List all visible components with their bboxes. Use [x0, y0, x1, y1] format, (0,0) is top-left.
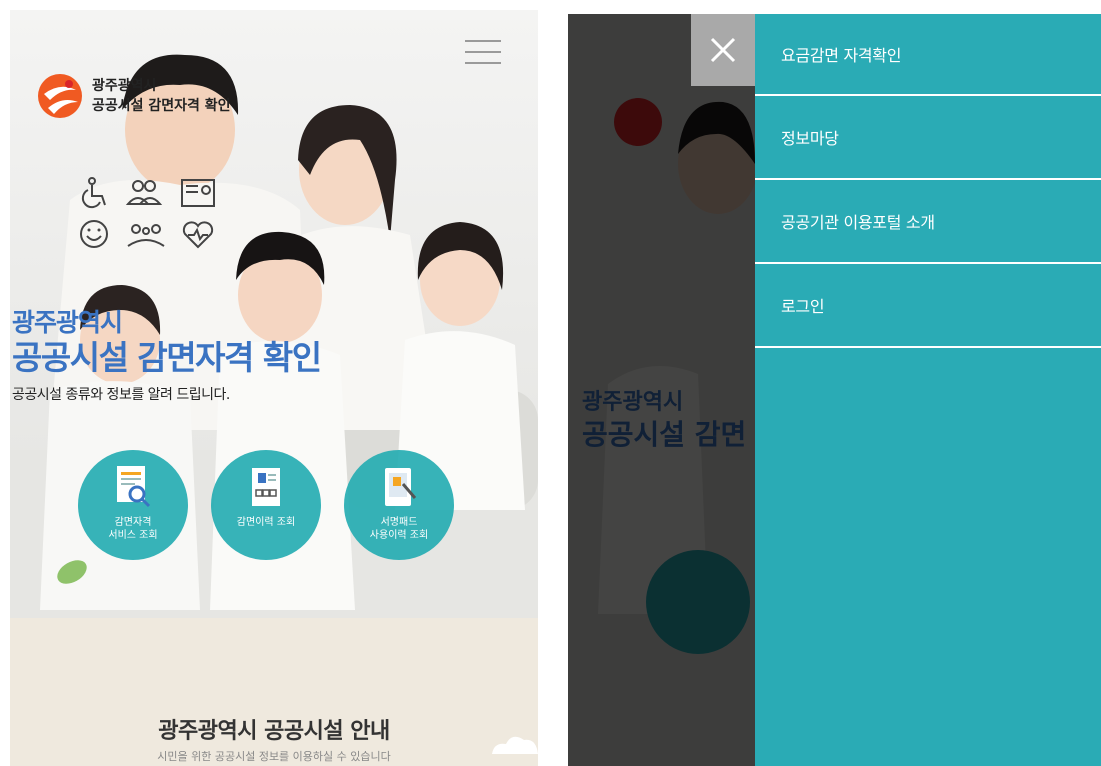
wheelchair-icon [81, 177, 106, 209]
people-group-icon [125, 180, 163, 205]
site-logo[interactable]: 광주광역시 공공시설 감면자격 확인 [36, 72, 231, 120]
headline-line-1: 광주광역시 [12, 308, 123, 337]
signature-pad-history-button[interactable]: 서명패드 사용이력 조회 [344, 450, 454, 560]
close-menu-button[interactable] [691, 14, 755, 86]
dim-overlay[interactable] [568, 14, 755, 766]
logo-text: 광주광역시 공공시설 감면자격 확인 [92, 76, 231, 116]
navigation-drawer: 요금감면 자격확인 정보마당 공공기관 이용포털 소개 로그인 [755, 14, 1101, 766]
facility-info-section: 광주광역시 공공시설 안내 시민을 위한 공공시설 정보를 이용하실 수 있습니… [10, 618, 538, 766]
facility-info-title: 광주광역시 공공시설 안내 [158, 719, 390, 744]
reduction-history-button[interactable]: 감면이력 조회 [211, 450, 321, 560]
family-icon [127, 224, 165, 247]
logo-line-2: 공공시설 감면자격 확인 [92, 98, 231, 114]
signature-pad-label-1: 서명패드 [380, 517, 418, 528]
hero-banner: 광주광역시 공공시설 감면자격 확인 광주광역시 공공시설 감면자격 확인 공공… [10, 10, 538, 618]
headline-subtitle: 공공시설 종류와 정보를 알려 드립니다. [12, 387, 230, 403]
menu-item-label: 로그인 [781, 297, 825, 316]
menu-item-label: 요금감면 자격확인 [781, 46, 902, 65]
reduction-history-label: 감면이력 조회 [236, 517, 296, 528]
menu-item-info-board[interactable]: 정보마당 [755, 96, 1101, 180]
hero-headline: 광주광역시 공공시설 감면자격 확인 공공시설 종류와 정보를 알려 드립니다. [12, 308, 322, 404]
eligibility-service-label-1: 감면자격 [114, 517, 152, 528]
headline-line-2: 공공시설 감면자격 확인 [12, 338, 322, 377]
smile-icon [80, 220, 108, 248]
menu-item-fee-reduction[interactable]: 요금감면 자격확인 [755, 14, 1101, 96]
signature-pad-icon [385, 468, 417, 506]
close-icon [710, 37, 736, 63]
facility-info-subtitle: 시민을 위한 공공시설 정보를 이용하실 수 있습니다 [157, 750, 391, 763]
menu-item-portal-intro[interactable]: 공공기관 이용포털 소개 [755, 180, 1101, 264]
home-screen: 광주광역시 공공시설 감면자격 확인 광주광역시 공공시설 감면자격 확인 공공… [10, 10, 538, 766]
eligibility-service-label-2: 서비스 조회 [108, 530, 158, 541]
id-card-icon [181, 179, 215, 207]
cloud-icon [492, 736, 538, 754]
heartbeat-icon [182, 221, 214, 249]
menu-open-screen: 광주광역시 공공시설 감면 요금감면 자격확인 정보마당 공공기관 이용포털 소… [568, 14, 1101, 766]
signature-pad-label-2: 사용이력 조회 [369, 530, 429, 541]
logo-line-1: 광주광역시 [92, 78, 157, 94]
menu-item-login[interactable]: 로그인 [755, 264, 1101, 348]
id-card-icon [252, 468, 280, 506]
menu-item-label: 공공기관 이용포털 소개 [781, 213, 935, 232]
menu-item-label: 정보마당 [781, 129, 839, 148]
document-search-icon [117, 466, 151, 508]
eligibility-service-button[interactable]: 감면자격 서비스 조회 [78, 450, 188, 560]
hamburger-menu-icon[interactable] [465, 40, 501, 70]
logo-mark-icon [38, 74, 82, 118]
